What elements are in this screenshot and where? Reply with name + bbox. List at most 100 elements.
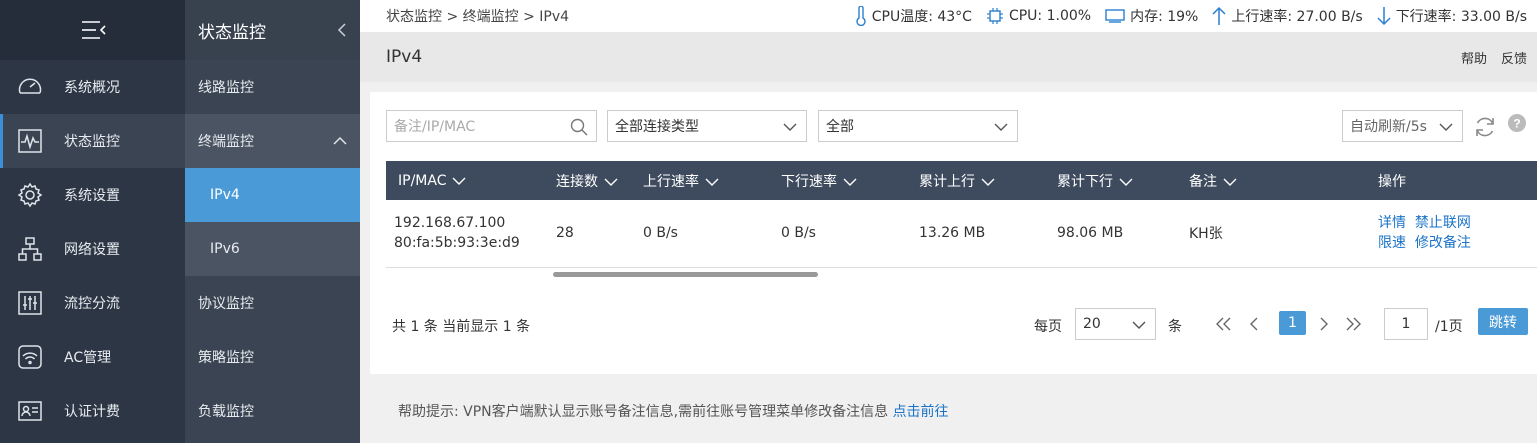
column-header[interactable]: 备注 [1189, 161, 1378, 200]
per-page-select[interactable]: 20 [1075, 308, 1156, 340]
breadcrumb: 状态监控 > 终端监控 > IPv4 [386, 9, 570, 25]
refresh-icon[interactable] [1473, 115, 1497, 139]
sidebar-item-label: 系统概况 [64, 80, 120, 96]
per-page-unit: 条 [1168, 319, 1182, 335]
arrow-up-icon [1212, 6, 1226, 25]
subnav-item-6[interactable]: 负载监控 [185, 384, 360, 438]
chevron-down-icon [981, 178, 995, 186]
chevron-down-icon [783, 123, 797, 131]
column-header[interactable]: IP/MAC [386, 161, 556, 200]
chip-icon [986, 8, 1003, 24]
rate-limit-link[interactable]: 限速 [1378, 235, 1406, 251]
horizontal-scrollbar[interactable] [553, 272, 818, 277]
auto-refresh-select[interactable]: 自动刷新/5s [1342, 110, 1463, 142]
subnav-item-5[interactable]: 策略监控 [185, 330, 360, 384]
block-network-link[interactable]: 禁止联网 [1415, 215, 1471, 231]
monitor-pulse-icon [17, 128, 43, 154]
sidebar-item-5[interactable]: AC管理 [0, 330, 185, 384]
subnav-item-0[interactable]: 线路监控 [185, 60, 360, 114]
sidebar-item-1[interactable]: 状态监控 [0, 114, 185, 168]
sidebar-item-2[interactable]: 系统设置 [0, 168, 185, 222]
download-rate-stat: 下行速率: 33.00 B/s [1377, 6, 1527, 26]
chevron-down-icon [705, 178, 719, 186]
jump-button[interactable]: 跳转 [1478, 308, 1528, 335]
sidebar-item-4[interactable]: 流控分流 [0, 276, 185, 330]
connection-type-select[interactable]: 全部连接类型 [607, 110, 807, 142]
sidebar-item-label: 网络设置 [64, 242, 120, 258]
page-title: IPv4 [386, 47, 423, 67]
pagination: 共 1 条 当前显示 1 条 每页 20 条 1 1 /1页 跳转 [370, 308, 1537, 340]
subnav-item-label: IPv6 [210, 241, 240, 257]
sidebar-item-label: AC管理 [64, 350, 112, 366]
network-icon [17, 236, 43, 262]
scope-select[interactable]: 全部 [818, 110, 1018, 142]
filter-toolbar: 备注/IP/MAC 全部连接类型 全部 自动刷新/5s ? [386, 110, 1527, 142]
chevron-down-icon [994, 123, 1008, 131]
column-header[interactable]: 累计下行 [1057, 161, 1189, 200]
total-pages-label: /1页 [1435, 319, 1463, 335]
page-number-input[interactable]: 1 [1384, 308, 1428, 340]
subnav-item-1[interactable]: 终端监控 [185, 114, 360, 168]
gauge-icon [17, 74, 43, 100]
subnav-item-3[interactable]: IPv6 [185, 222, 360, 276]
edit-note-link[interactable]: 修改备注 [1415, 235, 1471, 251]
sidebar-item-label: 流控分流 [64, 296, 120, 312]
total-download: 98.06 MB [1057, 200, 1189, 268]
svg-text:?: ? [1513, 117, 1520, 131]
column-header[interactable]: 上行速率 [643, 161, 781, 200]
gear-icon [17, 182, 43, 208]
page-1-button[interactable]: 1 [1279, 311, 1306, 335]
feedback-link[interactable]: 反馈 [1501, 48, 1527, 67]
subnav-item-label: 终端监控 [198, 134, 254, 150]
secondary-sidebar-header: 状态监控 [185, 0, 360, 60]
content-panel: 备注/IP/MAC 全部连接类型 全部 自动刷新/5s ? IP/MAC 连接数上… [370, 92, 1537, 374]
subnav-item-label: 协议监控 [198, 296, 254, 312]
chevron-down-icon [1223, 178, 1237, 186]
subnav-item-label: IPv4 [210, 187, 240, 203]
chevron-left-icon[interactable] [336, 22, 348, 38]
subnav-item-2[interactable]: IPv4 [185, 168, 360, 222]
subnav-item-4[interactable]: 协议监控 [185, 276, 360, 330]
search-input[interactable]: 备注/IP/MAC [386, 110, 597, 142]
sliders-icon [17, 290, 43, 316]
search-icon[interactable] [570, 118, 588, 136]
secondary-sidebar: 状态监控 线路监控终端监控 IPv4 IPv6 协议监控策略监控负载监控 [185, 0, 360, 443]
column-header[interactable]: 连接数 [556, 161, 643, 200]
upload-rate-stat: 上行速率: 27.00 B/s [1212, 6, 1363, 26]
main-content: 状态监控 > 终端监控 > IPv4 CPU温度: 43°C CPU: 1.00… [360, 0, 1537, 443]
subnav-item-label: 策略监控 [198, 350, 254, 366]
collapse-menu-button[interactable] [0, 0, 185, 60]
chevron-down-icon [1132, 321, 1146, 329]
column-header: 操作 [1378, 161, 1537, 200]
chevron-down-icon [1439, 123, 1453, 131]
connection-count: 28 [556, 200, 643, 268]
id-card-icon [17, 398, 43, 424]
sidebar-item-3[interactable]: 网络设置 [0, 222, 185, 276]
mac-address: 80:fa:5b:93:3e:d9 [394, 235, 520, 252]
help-tip-text: 帮助提示: VPN客户端默认显示账号备注信息,需前往账号管理菜单修改备注信息 [398, 404, 889, 420]
prev-page-icon[interactable] [1248, 316, 1260, 332]
help-tip-link[interactable]: 点击前往 [893, 401, 949, 421]
help-circle-icon[interactable]: ? [1508, 114, 1526, 132]
column-header[interactable]: 下行速率 [781, 161, 919, 200]
cpu-temp-stat: CPU温度: 43°C [855, 6, 972, 26]
sidebar-item-6[interactable]: 认证计费 [0, 384, 185, 438]
chevron-down-icon [452, 177, 466, 185]
subnav-item-label: 负载监控 [198, 404, 254, 420]
help-link[interactable]: 帮助 [1461, 48, 1487, 67]
memory-icon [1105, 9, 1125, 23]
details-link[interactable]: 详情 [1378, 215, 1406, 231]
column-header[interactable]: 累计上行 [919, 161, 1057, 200]
last-page-icon[interactable] [1343, 316, 1363, 332]
arrow-down-icon [1377, 7, 1391, 26]
wifi-icon [17, 344, 43, 370]
ip-address: 192.168.67.100 [394, 215, 506, 232]
chevron-up-icon [333, 136, 347, 145]
chevron-down-icon [604, 178, 618, 186]
upload-rate: 0 B/s [643, 200, 781, 268]
sidebar-item-0[interactable]: 系统概况 [0, 60, 185, 114]
next-page-icon[interactable] [1318, 316, 1330, 332]
sidebar-item-label: 状态监控 [64, 134, 120, 150]
cpu-stat: CPU: 1.00% [986, 7, 1091, 25]
first-page-icon[interactable] [1214, 316, 1234, 332]
